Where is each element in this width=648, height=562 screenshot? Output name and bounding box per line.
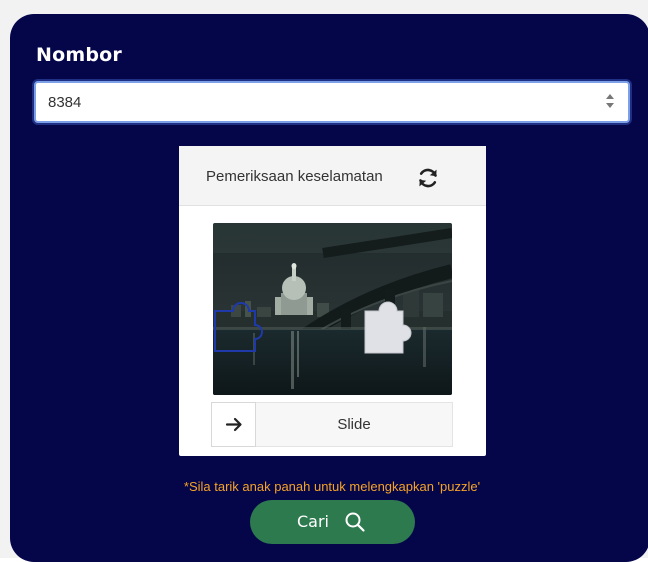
search-button[interactable]: Cari [250, 500, 415, 544]
puzzle-image [213, 223, 452, 395]
slider-label: Slide [337, 416, 371, 433]
number-field[interactable] [34, 81, 630, 123]
refresh-icon[interactable] [416, 166, 440, 190]
night-city-photo [213, 223, 452, 395]
captcha-title: Pemeriksaan keselamatan [206, 168, 383, 185]
captcha-slider-track[interactable]: Slide [211, 402, 453, 447]
spinner-up-icon[interactable] [606, 94, 614, 99]
puzzle-hint: *Sila tarik anak panah untuk melengkapka… [183, 479, 481, 494]
security-check-widget: Pemeriksaan keselamatan Slide [179, 146, 486, 456]
spinner-down-icon[interactable] [606, 103, 614, 108]
number-spinner[interactable] [606, 92, 616, 112]
captcha-header: Pemeriksaan keselamatan [179, 146, 486, 206]
arrow-right-icon[interactable] [212, 403, 255, 446]
number-input[interactable] [48, 91, 588, 113]
slider-handle[interactable] [211, 402, 256, 447]
search-button-label: Cari [297, 512, 329, 531]
search-icon [345, 512, 365, 532]
number-label: Nombor [36, 44, 122, 66]
